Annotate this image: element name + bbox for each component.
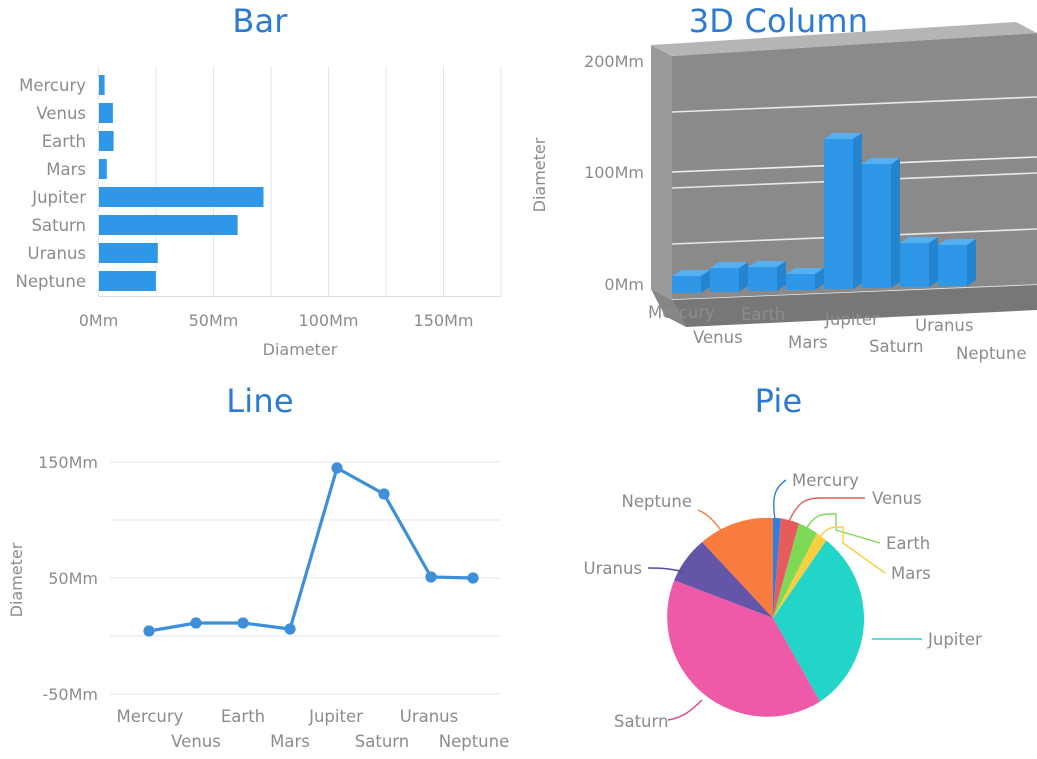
line-series-path (147, 466, 475, 633)
pie-label-mercury: Mercury (792, 471, 859, 490)
line-y-tick: 50Mm (48, 569, 98, 588)
bar-cat-label: Neptune (15, 272, 86, 291)
pie-label-neptune: Neptune (621, 492, 692, 511)
column3d-cat-label: Venus (693, 328, 743, 347)
line-series-markers (143, 462, 479, 637)
bar-chart-title: Bar (232, 2, 288, 40)
column3d-y-tick: 200Mm (584, 52, 644, 71)
col-saturn (862, 158, 900, 288)
column3d-cat-label: Saturn (869, 337, 923, 356)
bar-x-axis-label: Diameter (263, 340, 338, 359)
bar-x-tick: 100Mm (299, 311, 359, 330)
column3d-y-tick-labels: 200Mm 100Mm 0Mm (584, 52, 644, 294)
line-cat-label: Saturn (355, 732, 409, 751)
bar-series (99, 75, 264, 291)
line-chart-title: Line (226, 382, 294, 420)
col-uranus (900, 237, 938, 287)
bar-x-tick-labels: 0Mm 50Mm 100Mm 150Mm (79, 311, 474, 330)
line-point-uranus (425, 571, 437, 583)
col-jupiter (824, 133, 862, 289)
column3d-y-tick: 0Mm (604, 275, 644, 294)
line-point-neptune (467, 572, 479, 584)
bar-row-uranus (99, 243, 158, 263)
column3d-cat-label: Earth (741, 305, 785, 324)
line-point-mercury (143, 625, 155, 637)
bar-cat-label: Earth (42, 132, 86, 151)
bar-category-labels: Mercury Venus Earth Mars Jupiter Saturn … (15, 76, 86, 291)
col-earth (748, 261, 786, 291)
column3d-y-axis-label: Diameter (530, 137, 549, 212)
col-neptune (938, 239, 976, 286)
line-point-jupiter (331, 462, 343, 474)
bar-row-mercury (99, 75, 105, 95)
bar-cat-label: Jupiter (31, 188, 86, 207)
pie-label-jupiter: Jupiter (927, 630, 982, 649)
bar-row-saturn (99, 215, 238, 235)
pie-label-earth: Earth (886, 534, 930, 553)
col-venus (710, 262, 748, 292)
bar-gridlines (98, 66, 502, 296)
line-cat-label: Mars (270, 732, 310, 751)
pie-chart-panel: Pie Mercury Venus Earth Mars Jupiter Sat… (520, 380, 1037, 759)
line-cat-label: Jupiter (308, 707, 363, 726)
line-category-labels: Mercury Venus Earth Mars Jupiter Saturn … (117, 707, 510, 751)
column3d-cat-label: Mercury (648, 303, 715, 322)
column3d-chart-title: 3D Column (688, 2, 869, 40)
pie-label-saturn: Saturn (614, 712, 668, 731)
bar-row-earth (99, 131, 114, 151)
line-y-tick: 150Mm (38, 453, 98, 472)
line-y-tick: -50Mm (42, 685, 98, 704)
column3d-cat-label: Uranus (915, 316, 973, 335)
bar-x-tick: 150Mm (414, 311, 474, 330)
col-mars (786, 268, 824, 290)
pie-chart-title: Pie (754, 382, 803, 420)
line-cat-label: Uranus (400, 707, 458, 726)
line-cat-label: Neptune (439, 732, 510, 751)
bar-cat-label: Saturn (32, 216, 86, 235)
bar-row-neptune (99, 271, 156, 291)
bar-chart-svg: Mercury Venus Earth Mars Jupiter Saturn … (15, 66, 502, 359)
line-cat-label: Earth (221, 707, 265, 726)
line-cat-label: Mercury (117, 707, 184, 726)
line-y-axis-label: Diameter (7, 542, 26, 617)
line-point-mars (284, 623, 296, 635)
line-chart-svg: 150Mm 50Mm -50Mm Diameter Mercury Venus … (7, 453, 510, 751)
bar-chart-panel: Bar Mercury Venus Earth Mars Jupiter Sat… (0, 0, 520, 380)
pie-chart-svg: Mercury Venus Earth Mars Jupiter Saturn … (584, 471, 982, 731)
line-y-tick-labels: 150Mm 50Mm -50Mm (38, 453, 98, 704)
column3d-y-tick: 100Mm (584, 163, 644, 182)
pie-label-mars: Mars (891, 564, 931, 583)
bar-row-jupiter (99, 187, 264, 207)
pie-slices (667, 517, 865, 717)
column3d-chart-panel: 3D Column 200Mm 100Mm 0Mm Diameter Mercu… (520, 0, 1037, 380)
line-point-venus (190, 617, 202, 629)
bar-cat-label: Mercury (19, 76, 86, 95)
bar-row-venus (99, 103, 113, 123)
pie-label-uranus: Uranus (584, 559, 642, 578)
chart-dashboard: Bar Mercury Venus Earth Mars Jupiter Sat… (0, 0, 1037, 759)
line-point-saturn (378, 488, 390, 500)
bar-x-tick: 50Mm (189, 311, 239, 330)
col-mercury (672, 270, 710, 293)
line-cat-label: Venus (171, 732, 221, 751)
bar-cat-label: Mars (46, 160, 86, 179)
bar-x-tick: 0Mm (79, 311, 119, 330)
pie-label-venus: Venus (872, 489, 922, 508)
line-chart-panel: Line 150Mm 50Mm -50Mm Diameter Mercury V… (0, 380, 520, 759)
bar-cat-label: Venus (36, 104, 86, 123)
column3d-cat-label: Mars (788, 333, 828, 352)
column3d-cat-label: Neptune (956, 344, 1027, 363)
column3d-cat-label: Jupiter (824, 310, 879, 329)
bar-row-mars (99, 159, 107, 179)
line-point-earth (237, 617, 249, 629)
bar-cat-label: Uranus (28, 244, 86, 263)
column3d-chart-svg: 200Mm 100Mm 0Mm Diameter Mercury Venus E… (530, 22, 1037, 363)
